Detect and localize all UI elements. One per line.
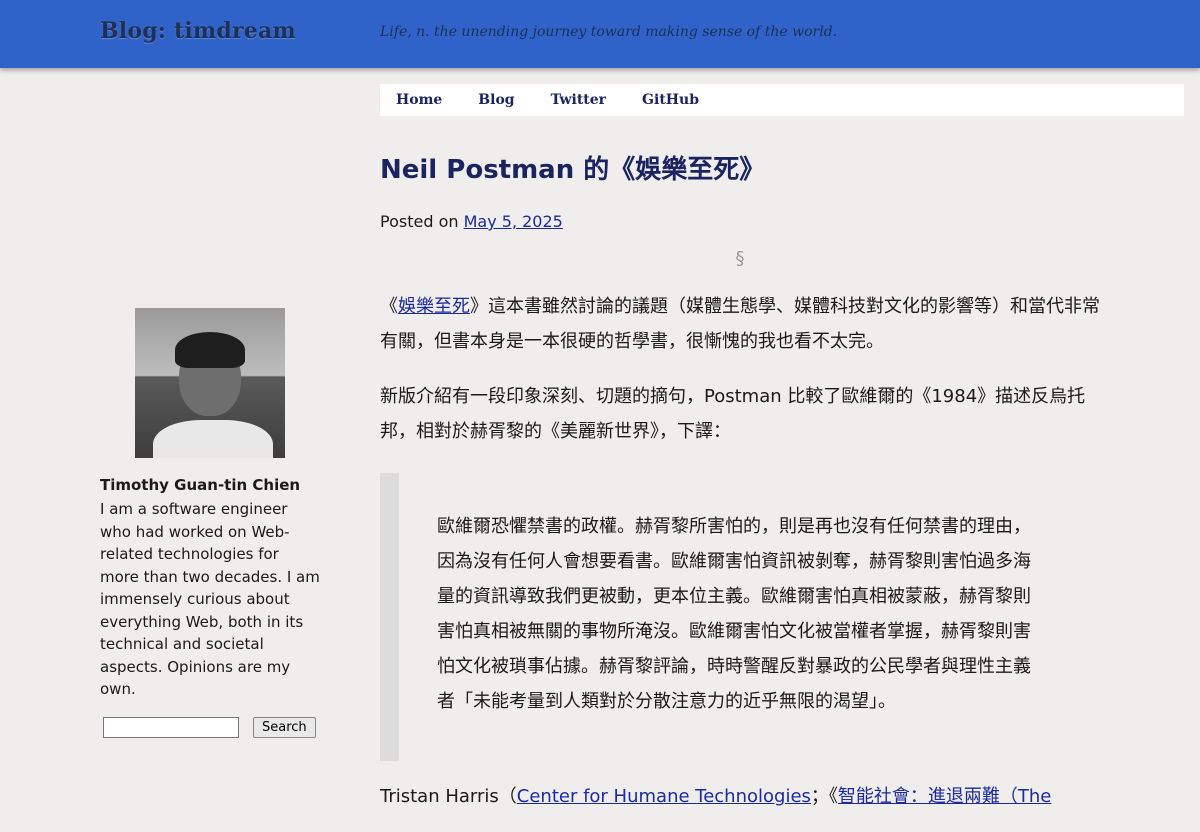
- nav-item-blog[interactable]: Blog: [478, 92, 514, 108]
- nav-item-github[interactable]: GitHub: [642, 92, 699, 108]
- nav-item-home[interactable]: Home: [396, 92, 442, 108]
- book-link[interactable]: 娛樂至死: [398, 296, 470, 317]
- author-name: Timothy Guan-tin Chien: [100, 476, 301, 494]
- posted-on-label: Posted on: [380, 212, 459, 231]
- post-date-link[interactable]: May 5, 2025: [464, 212, 563, 231]
- p3-start: Tristan Harris（: [380, 786, 517, 807]
- search-form: Search: [100, 716, 320, 738]
- search-input[interactable]: [103, 716, 239, 738]
- sidebar: Timothy Guan-tin Chien I am a software e…: [100, 308, 320, 738]
- humane-tech-link[interactable]: Center for Humane Technologies: [517, 786, 811, 807]
- main-nav: Home Blog Twitter GitHub: [380, 84, 1184, 116]
- avatar-shirt: [153, 420, 273, 458]
- p3-mid: ；《: [810, 786, 838, 807]
- post-content: Neil Postman 的《娛樂至死》 Posted on May 5, 20…: [380, 150, 1100, 832]
- section-mark: §: [735, 248, 745, 269]
- paragraph-2: 新版介紹有一段印象深刻、切題的摘句，Postman 比較了歐維爾的《1984》描…: [380, 386, 1086, 442]
- p1-rest: 》這本書雖然討論的議題（媒體生態學、媒體科技對文化的影響等）和當代非常有關，但書…: [380, 296, 1100, 352]
- post-title: Neil Postman 的《娛樂至死》: [380, 155, 766, 185]
- site-header: Blog: timdream Life, n. the unending jou…: [0, 0, 1200, 68]
- site-tagline: Life, n. the unending journey toward mak…: [380, 24, 838, 40]
- site-title-link[interactable]: Blog: timdream: [100, 18, 296, 44]
- social-dilemma-link[interactable]: 智能社會：進退兩難（The: [838, 786, 1051, 807]
- search-button[interactable]: Search: [253, 716, 316, 738]
- nav-item-twitter[interactable]: Twitter: [551, 92, 606, 108]
- p1-open: 《: [380, 296, 398, 317]
- avatar-hair: [175, 332, 245, 368]
- paragraph-3: Tristan Harris（Center for Humane Technol…: [380, 779, 1100, 814]
- author-bio: I am a software engineer who had worked …: [100, 500, 320, 698]
- post-meta: Posted on May 5, 2025: [380, 210, 1100, 234]
- blockquote: 歐維爾恐懼禁書的政權。赫胥黎所害怕的，則是再也沒有任何禁書的理由，因為沒有任何人…: [380, 473, 1080, 761]
- author-avatar: [135, 308, 285, 458]
- paragraph-1: 《娛樂至死》這本書雖然討論的議題（媒體生態學、媒體科技對文化的影響等）和當代非常…: [380, 289, 1100, 359]
